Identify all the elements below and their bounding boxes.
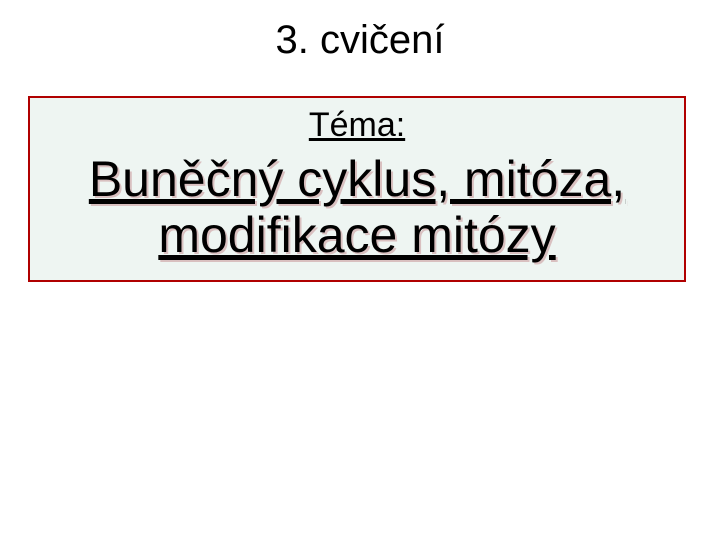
page-heading: 3. cvičení (0, 0, 720, 63)
topic-label: Téma: (30, 106, 684, 145)
topic-title: Buněčný cyklus, mitóza, modifikace mitóz… (30, 151, 684, 263)
topic-title-line2: modifikace mitózy (158, 207, 555, 263)
topic-title-line1: Buněčný cyklus, mitóza, (89, 151, 625, 207)
topic-box: Téma: Buněčný cyklus, mitóza, modifikace… (28, 96, 686, 282)
slide: 3. cvičení Téma: Buněčný cyklus, mitóza,… (0, 0, 720, 540)
